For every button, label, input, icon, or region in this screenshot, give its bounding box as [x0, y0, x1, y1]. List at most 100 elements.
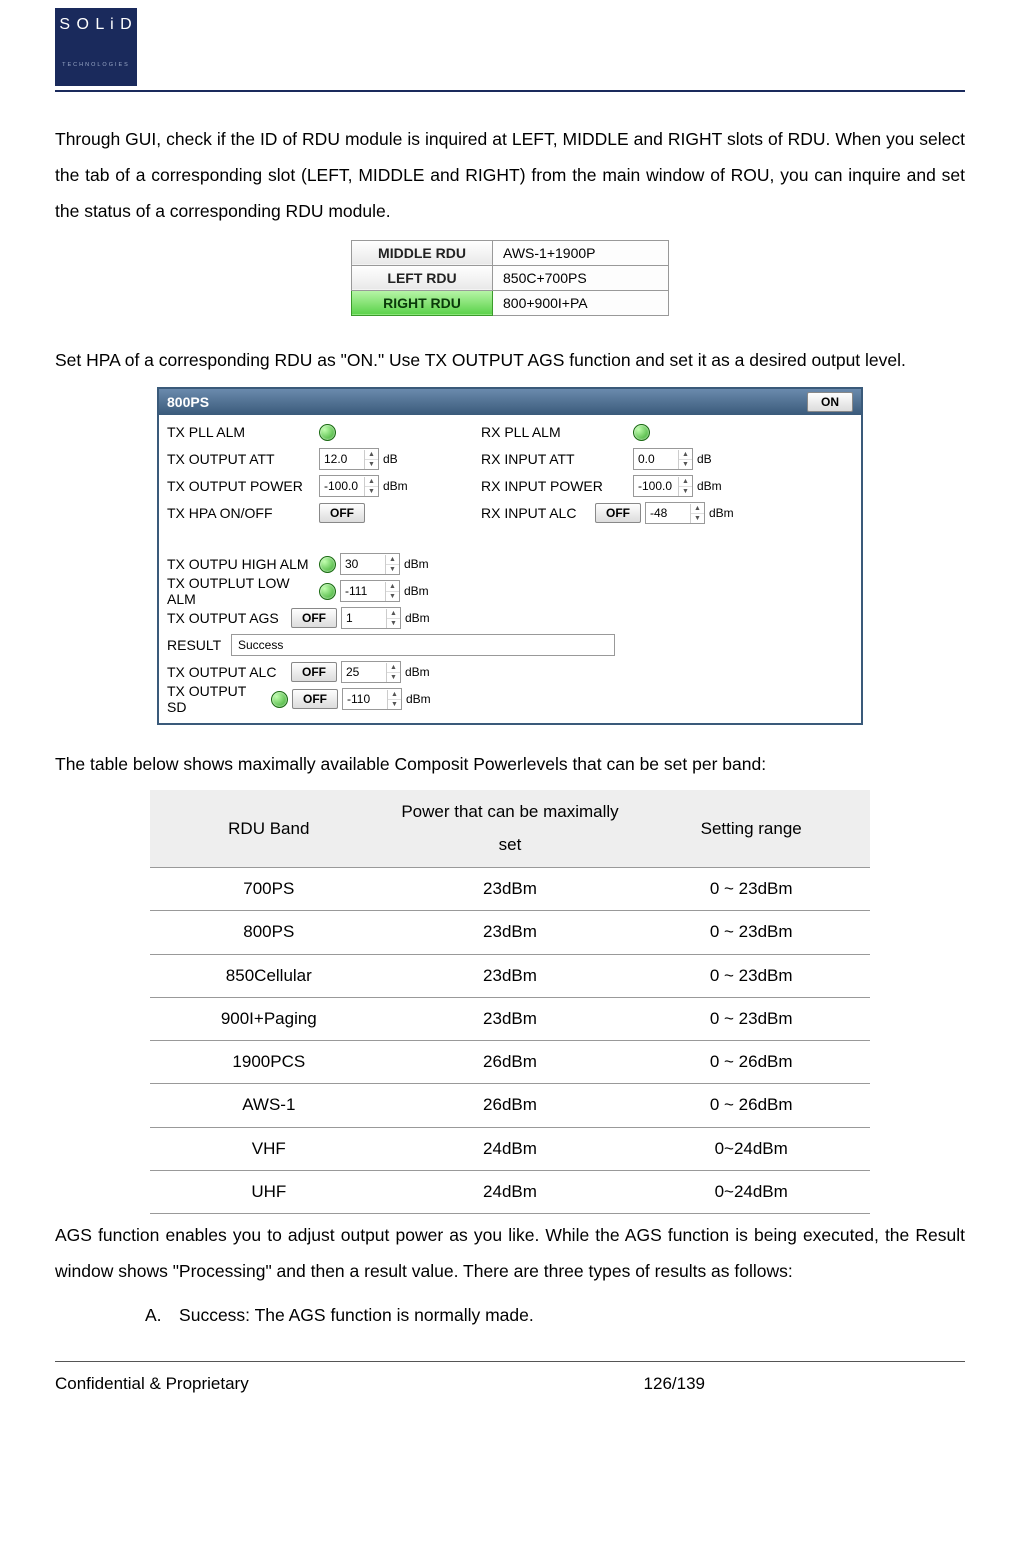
label-tx-hpa: TX HPA ON/OFF	[167, 505, 315, 521]
tx-sd-stepper[interactable]: -110▲▼	[342, 688, 402, 710]
table-row: LEFT RDU 850C+700PS	[352, 265, 669, 290]
paragraph-1: Through GUI, check if the ID of RDU modu…	[55, 122, 965, 230]
rdu-slot-figure: MIDDLE RDU AWS-1+1900P LEFT RDU 850C+700…	[55, 240, 965, 321]
tx-alc-stepper[interactable]: 25▲▼	[341, 661, 401, 683]
tx-pwr-stepper[interactable]: -100.0▲▼	[319, 475, 379, 497]
table-row: RIGHT RDU 800+900I+PA	[352, 290, 669, 315]
logo-text: S O L i D	[55, 16, 137, 34]
led-icon	[633, 424, 650, 441]
logo-subtext: TECHNOLOGIES	[55, 62, 137, 68]
chevron-down-icon: ▼	[679, 487, 692, 496]
rx-alc-stepper[interactable]: -48▲▼	[645, 502, 705, 524]
chevron-up-icon: ▲	[679, 450, 692, 460]
logo: S O L i D TECHNOLOGIES	[55, 8, 137, 86]
tab-middle-rdu[interactable]: MIDDLE RDU	[352, 240, 493, 265]
band-table: RDU Band Power that can be maximally set…	[150, 790, 870, 1214]
chevron-up-icon: ▲	[365, 450, 378, 460]
footer-left: Confidential & Proprietary	[55, 1374, 644, 1394]
panel-on-button[interactable]: ON	[807, 392, 853, 412]
result-field: Success	[231, 634, 615, 656]
chevron-down-icon: ▼	[679, 460, 692, 469]
unit: dBm	[404, 557, 429, 571]
page-footer: Confidential & Proprietary 126/139	[55, 1361, 965, 1394]
label-rx-pwr: RX INPUT POWER	[481, 478, 629, 494]
chevron-up-icon: ▲	[386, 582, 399, 592]
paragraph-3: The table below shows maximally availabl…	[55, 747, 965, 783]
settings-panel: 800PS ON TX PLL ALM RX PLL ALM TX OUTPUT…	[157, 387, 863, 725]
chevron-up-icon: ▲	[386, 555, 399, 565]
table-row: 800PS23dBm0 ~ 23dBm	[150, 911, 870, 954]
unit: dBm	[697, 479, 722, 493]
chevron-down-icon: ▼	[386, 565, 399, 574]
tx-sd-toggle[interactable]: OFF	[292, 689, 338, 709]
label-rx-pll: RX PLL ALM	[481, 424, 629, 440]
table-row: VHF24dBm0~24dBm	[150, 1127, 870, 1170]
label-tx-hi: TX OUTPU HIGH ALM	[167, 556, 315, 572]
col-power: Power that can be maximally set	[388, 790, 633, 867]
unit: dBm	[709, 506, 734, 520]
col-range: Setting range	[632, 790, 870, 867]
label-rx-alc: RX INPUT ALC	[481, 505, 591, 521]
chevron-down-icon: ▼	[365, 460, 378, 469]
chevron-down-icon: ▼	[386, 592, 399, 601]
rdu-value: 850C+700PS	[493, 265, 669, 290]
tx-alc-toggle[interactable]: OFF	[291, 662, 337, 682]
table-row: AWS-126dBm0 ~ 26dBm	[150, 1084, 870, 1127]
table-row: 700PS23dBm0 ~ 23dBm	[150, 867, 870, 910]
led-icon	[319, 583, 336, 600]
led-icon	[271, 691, 288, 708]
label-tx-sd: TX OUTPUT SD	[167, 683, 267, 715]
chevron-up-icon: ▲	[365, 477, 378, 487]
chevron-down-icon: ▼	[387, 673, 400, 682]
unit: dB	[697, 452, 712, 466]
rx-alc-toggle[interactable]: OFF	[595, 503, 641, 523]
label-tx-ags: TX OUTPUT AGS	[167, 610, 287, 626]
chevron-up-icon: ▲	[388, 690, 401, 700]
tx-ags-stepper[interactable]: 1▲▼	[341, 607, 401, 629]
unit: dBm	[404, 584, 429, 598]
table-row: 850Cellular23dBm0 ~ 23dBm	[150, 954, 870, 997]
chevron-up-icon: ▲	[387, 609, 400, 619]
unit: dB	[383, 452, 398, 466]
tx-hi-stepper[interactable]: 30▲▼	[340, 553, 400, 575]
label-tx-att: TX OUTPUT ATT	[167, 451, 315, 467]
tab-right-rdu[interactable]: RIGHT RDU	[352, 290, 493, 315]
label-rx-att: RX INPUT ATT	[481, 451, 629, 467]
label-tx-pll: TX PLL ALM	[167, 424, 315, 440]
rdu-value: 800+900I+PA	[493, 290, 669, 315]
rx-pwr-stepper[interactable]: -100.0▲▼	[633, 475, 693, 497]
unit: dBm	[406, 692, 431, 706]
paragraph-2: Set HPA of a corresponding RDU as "ON." …	[55, 343, 965, 379]
chevron-down-icon: ▼	[388, 700, 401, 709]
table-row: UHF24dBm0~24dBm	[150, 1171, 870, 1214]
rdu-value: AWS-1+1900P	[493, 240, 669, 265]
panel-header: 800PS ON	[159, 389, 861, 415]
led-icon	[319, 556, 336, 573]
footer-page: 126/139	[644, 1374, 965, 1394]
chevron-down-icon: ▼	[387, 619, 400, 628]
tx-att-stepper[interactable]: 12.0▲▼	[319, 448, 379, 470]
label-tx-alc: TX OUTPUT ALC	[167, 664, 287, 680]
table-row: MIDDLE RDU AWS-1+1900P	[352, 240, 669, 265]
unit: dBm	[383, 479, 408, 493]
table-row: 1900PCS26dBm0 ~ 26dBm	[150, 1041, 870, 1084]
list-item-a: A. Success: The AGS function is normally…	[145, 1298, 965, 1334]
label-result: RESULT	[167, 637, 227, 653]
rdu-slot-table: MIDDLE RDU AWS-1+1900P LEFT RDU 850C+700…	[351, 240, 669, 316]
chevron-up-icon: ▲	[691, 504, 704, 514]
panel-title: 800PS	[167, 394, 209, 410]
col-band: RDU Band	[150, 790, 388, 867]
paragraph-4: AGS function enables you to adjust outpu…	[55, 1218, 965, 1290]
chevron-up-icon: ▲	[679, 477, 692, 487]
tx-ags-toggle[interactable]: OFF	[291, 608, 337, 628]
chevron-up-icon: ▲	[387, 663, 400, 673]
table-row: 900I+Paging23dBm0 ~ 23dBm	[150, 997, 870, 1040]
tx-lo-stepper[interactable]: -111▲▼	[340, 580, 400, 602]
tx-hpa-toggle[interactable]: OFF	[319, 503, 365, 523]
unit: dBm	[405, 665, 430, 679]
chevron-down-icon: ▼	[691, 514, 704, 523]
rx-att-stepper[interactable]: 0.0▲▼	[633, 448, 693, 470]
tab-left-rdu[interactable]: LEFT RDU	[352, 265, 493, 290]
led-icon	[319, 424, 336, 441]
unit: dBm	[405, 611, 430, 625]
